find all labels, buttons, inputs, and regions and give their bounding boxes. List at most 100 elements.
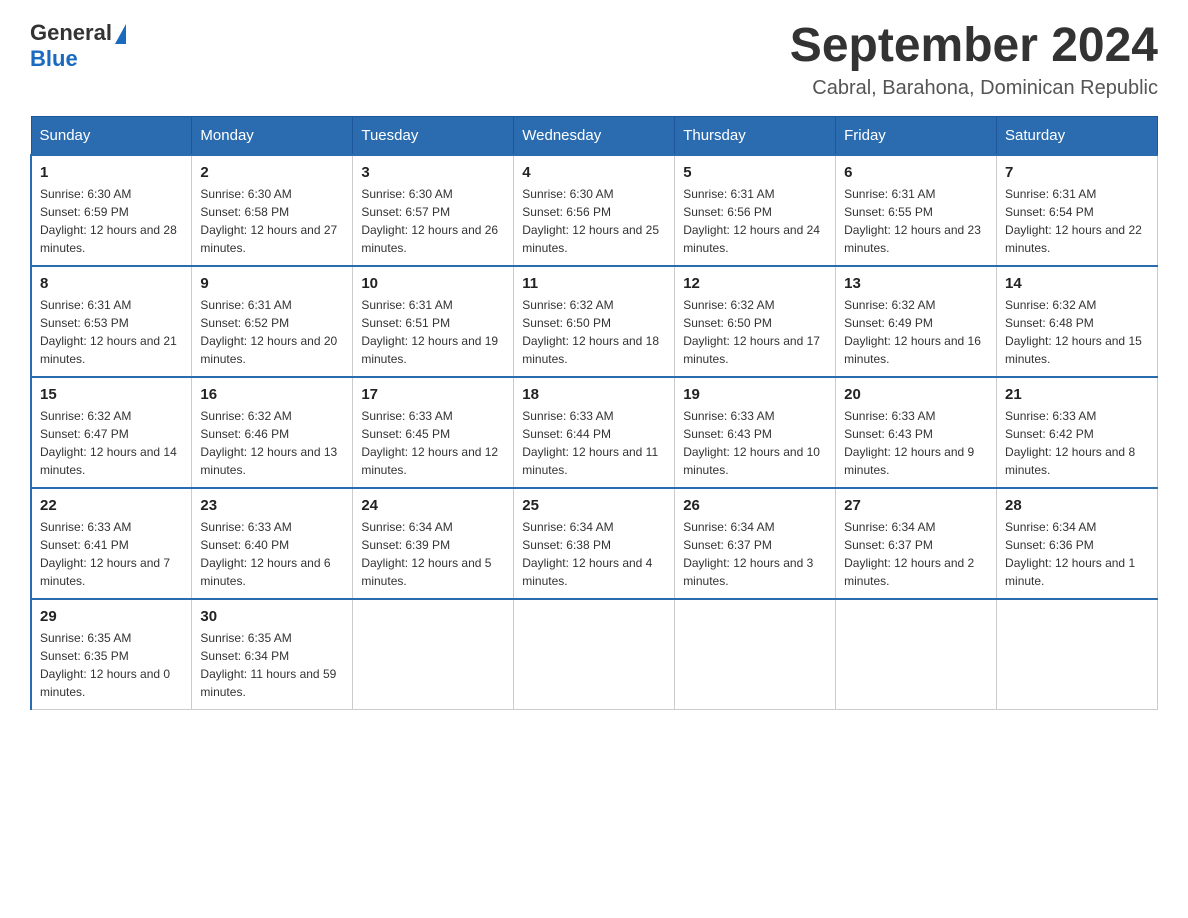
day-info: Sunrise: 6:30 AMSunset: 6:57 PMDaylight:… — [361, 185, 505, 257]
logo-blue-text: Blue — [30, 46, 78, 72]
day-number: 4 — [522, 164, 666, 181]
calendar-cell: 25 Sunrise: 6:34 AMSunset: 6:38 PMDayligh… — [514, 488, 675, 599]
weekday-header-sunday: Sunday — [31, 116, 192, 155]
day-info: Sunrise: 6:34 AMSunset: 6:36 PMDaylight:… — [1005, 518, 1149, 590]
logo-triangle-icon — [115, 24, 126, 44]
day-info: Sunrise: 6:32 AMSunset: 6:46 PMDaylight:… — [200, 407, 344, 479]
calendar-cell: 21 Sunrise: 6:33 AMSunset: 6:42 PMDayligh… — [997, 377, 1158, 488]
day-number: 21 — [1005, 386, 1149, 403]
day-info: Sunrise: 6:34 AMSunset: 6:39 PMDaylight:… — [361, 518, 505, 590]
day-info: Sunrise: 6:31 AMSunset: 6:51 PMDaylight:… — [361, 296, 505, 368]
calendar-cell: 4 Sunrise: 6:30 AMSunset: 6:56 PMDaylight… — [514, 155, 675, 266]
day-number: 17 — [361, 386, 505, 403]
calendar-cell: 28 Sunrise: 6:34 AMSunset: 6:36 PMDayligh… — [997, 488, 1158, 599]
day-number: 8 — [40, 275, 183, 292]
day-info: Sunrise: 6:35 AMSunset: 6:34 PMDaylight:… — [200, 629, 344, 701]
weekday-header-tuesday: Tuesday — [353, 116, 514, 155]
calendar-cell: 2 Sunrise: 6:30 AMSunset: 6:58 PMDaylight… — [192, 155, 353, 266]
day-number: 3 — [361, 164, 505, 181]
week-row-5: 29Sunrise: 6:35 AMSunset: 6:35 PMDayligh… — [31, 599, 1158, 710]
calendar-cell: 11 Sunrise: 6:32 AMSunset: 6:50 PMDayligh… — [514, 266, 675, 377]
calendar-cell: 23Sunrise: 6:33 AMSunset: 6:40 PMDayligh… — [192, 488, 353, 599]
calendar-cell: 14 Sunrise: 6:32 AMSunset: 6:48 PMDayligh… — [997, 266, 1158, 377]
day-number: 25 — [522, 497, 666, 514]
calendar-cell: 24 Sunrise: 6:34 AMSunset: 6:39 PMDayligh… — [353, 488, 514, 599]
day-info: Sunrise: 6:30 AMSunset: 6:59 PMDaylight:… — [40, 185, 183, 257]
logo-general-text: General — [30, 20, 112, 46]
calendar-cell: 20 Sunrise: 6:33 AMSunset: 6:43 PMDayligh… — [836, 377, 997, 488]
day-number: 24 — [361, 497, 505, 514]
calendar-cell: 15 Sunrise: 6:32 AMSunset: 6:47 PMDayligh… — [31, 377, 192, 488]
day-number: 14 — [1005, 275, 1149, 292]
calendar-cell: 17Sunrise: 6:33 AMSunset: 6:45 PMDayligh… — [353, 377, 514, 488]
day-number: 2 — [200, 164, 344, 181]
calendar-cell — [675, 599, 836, 710]
calendar-cell: 9 Sunrise: 6:31 AMSunset: 6:52 PMDaylight… — [192, 266, 353, 377]
day-info: Sunrise: 6:32 AMSunset: 6:48 PMDaylight:… — [1005, 296, 1149, 368]
calendar-cell: 30 Sunrise: 6:35 AMSunset: 6:34 PMDayligh… — [192, 599, 353, 710]
weekday-header-monday: Monday — [192, 116, 353, 155]
day-info: Sunrise: 6:30 AMSunset: 6:56 PMDaylight:… — [522, 185, 666, 257]
day-info: Sunrise: 6:31 AMSunset: 6:52 PMDaylight:… — [200, 296, 344, 368]
calendar-cell: 10 Sunrise: 6:31 AMSunset: 6:51 PMDayligh… — [353, 266, 514, 377]
calendar-cell: 27 Sunrise: 6:34 AMSunset: 6:37 PMDayligh… — [836, 488, 997, 599]
day-number: 27 — [844, 497, 988, 514]
day-number: 5 — [683, 164, 827, 181]
day-info: Sunrise: 6:32 AMSunset: 6:50 PMDaylight:… — [683, 296, 827, 368]
day-number: 9 — [200, 275, 344, 292]
day-number: 7 — [1005, 164, 1149, 181]
day-info: Sunrise: 6:31 AMSunset: 6:55 PMDaylight:… — [844, 185, 988, 257]
calendar-cell: 18 Sunrise: 6:33 AMSunset: 6:44 PMDayligh… — [514, 377, 675, 488]
day-number: 19 — [683, 386, 827, 403]
day-number: 12 — [683, 275, 827, 292]
calendar-cell: 1 Sunrise: 6:30 AMSunset: 6:59 PMDaylight… — [31, 155, 192, 266]
day-info: Sunrise: 6:33 AMSunset: 6:40 PMDaylight:… — [200, 518, 344, 590]
day-info: Sunrise: 6:34 AMSunset: 6:38 PMDaylight:… — [522, 518, 666, 590]
day-number: 20 — [844, 386, 988, 403]
day-info: Sunrise: 6:32 AMSunset: 6:50 PMDaylight:… — [522, 296, 666, 368]
day-number: 18 — [522, 386, 666, 403]
calendar-cell: 29Sunrise: 6:35 AMSunset: 6:35 PMDayligh… — [31, 599, 192, 710]
calendar-cell: 5 Sunrise: 6:31 AMSunset: 6:56 PMDaylight… — [675, 155, 836, 266]
day-info: Sunrise: 6:33 AMSunset: 6:43 PMDaylight:… — [683, 407, 827, 479]
calendar-cell: 19 Sunrise: 6:33 AMSunset: 6:43 PMDayligh… — [675, 377, 836, 488]
title-section: September 2024 Cabral, Barahona, Dominic… — [790, 20, 1158, 100]
calendar-cell: 22Sunrise: 6:33 AMSunset: 6:41 PMDayligh… — [31, 488, 192, 599]
calendar-cell: 3 Sunrise: 6:30 AMSunset: 6:57 PMDaylight… — [353, 155, 514, 266]
calendar-title: September 2024 — [790, 20, 1158, 73]
day-number: 10 — [361, 275, 505, 292]
week-row-1: 1 Sunrise: 6:30 AMSunset: 6:59 PMDaylight… — [31, 155, 1158, 266]
location-subtitle: Cabral, Barahona, Dominican Republic — [790, 77, 1158, 100]
day-number: 22 — [40, 497, 183, 514]
calendar-cell: 6 Sunrise: 6:31 AMSunset: 6:55 PMDaylight… — [836, 155, 997, 266]
day-number: 30 — [200, 608, 344, 625]
logo: General Blue — [30, 20, 126, 72]
page-header: General Blue September 2024 Cabral, Bara… — [30, 20, 1158, 100]
day-number: 28 — [1005, 497, 1149, 514]
calendar-cell: 13Sunrise: 6:32 AMSunset: 6:49 PMDayligh… — [836, 266, 997, 377]
day-info: Sunrise: 6:34 AMSunset: 6:37 PMDaylight:… — [683, 518, 827, 590]
day-number: 13 — [844, 275, 988, 292]
day-info: Sunrise: 6:33 AMSunset: 6:42 PMDaylight:… — [1005, 407, 1149, 479]
day-number: 11 — [522, 275, 666, 292]
calendar-cell — [514, 599, 675, 710]
day-number: 1 — [40, 164, 183, 181]
calendar-cell: 12 Sunrise: 6:32 AMSunset: 6:50 PMDayligh… — [675, 266, 836, 377]
calendar-cell: 26Sunrise: 6:34 AMSunset: 6:37 PMDayligh… — [675, 488, 836, 599]
calendar-cell — [836, 599, 997, 710]
day-info: Sunrise: 6:31 AMSunset: 6:53 PMDaylight:… — [40, 296, 183, 368]
day-info: Sunrise: 6:34 AMSunset: 6:37 PMDaylight:… — [844, 518, 988, 590]
weekday-header-wednesday: Wednesday — [514, 116, 675, 155]
day-info: Sunrise: 6:30 AMSunset: 6:58 PMDaylight:… — [200, 185, 344, 257]
day-info: Sunrise: 6:32 AMSunset: 6:47 PMDaylight:… — [40, 407, 183, 479]
week-row-3: 15 Sunrise: 6:32 AMSunset: 6:47 PMDayligh… — [31, 377, 1158, 488]
day-info: Sunrise: 6:31 AMSunset: 6:56 PMDaylight:… — [683, 185, 827, 257]
day-number: 29 — [40, 608, 183, 625]
day-number: 16 — [200, 386, 344, 403]
day-info: Sunrise: 6:33 AMSunset: 6:43 PMDaylight:… — [844, 407, 988, 479]
day-info: Sunrise: 6:33 AMSunset: 6:44 PMDaylight:… — [522, 407, 666, 479]
day-number: 6 — [844, 164, 988, 181]
calendar-cell — [353, 599, 514, 710]
day-number: 15 — [40, 386, 183, 403]
weekday-header-friday: Friday — [836, 116, 997, 155]
